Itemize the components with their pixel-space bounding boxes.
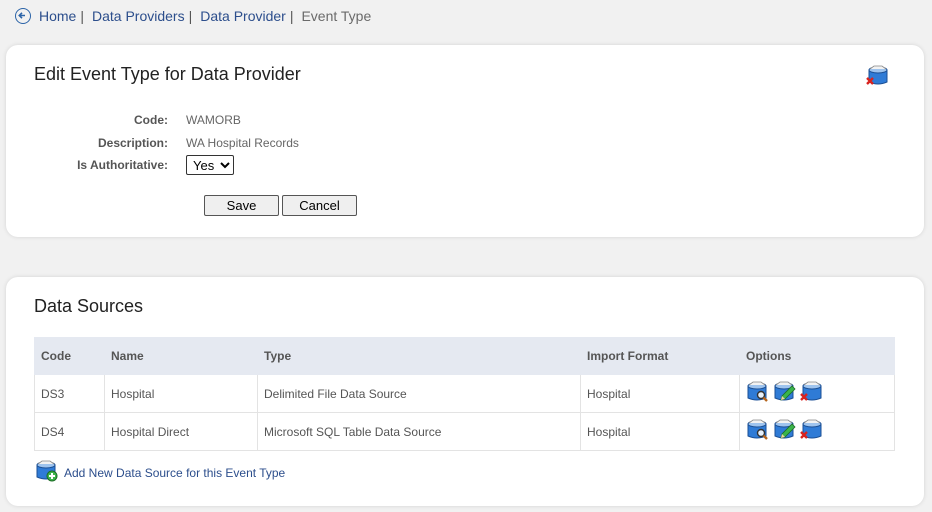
column-header-options: Options bbox=[739, 337, 895, 375]
column-header-type: Type bbox=[257, 337, 581, 375]
delete-database-icon[interactable] bbox=[866, 65, 890, 92]
breadcrumb: Home | Data Providers | Data Provider | … bbox=[15, 5, 371, 27]
breadcrumb-home[interactable]: Home bbox=[39, 8, 76, 24]
breadcrumb-separator: | bbox=[80, 8, 84, 24]
code-row: Code: WAMORB bbox=[6, 113, 241, 127]
edit-data-source-icon[interactable] bbox=[773, 419, 797, 444]
data-sources-panel: Data Sources Code Name Type Import Forma… bbox=[6, 277, 924, 506]
breadcrumb-separator: | bbox=[289, 8, 294, 24]
authoritative-select[interactable]: Yes bbox=[186, 155, 234, 175]
data-sources-table: Code Name Type Import Format Options DS3… bbox=[34, 337, 895, 451]
delete-data-source-icon[interactable] bbox=[800, 419, 824, 444]
breadcrumb-current: Event Type bbox=[301, 8, 372, 24]
description-value: WA Hospital Records bbox=[186, 136, 299, 150]
cell-code: DS4 bbox=[34, 412, 105, 451]
code-label: Code: bbox=[134, 113, 168, 127]
edit-data-source-icon[interactable] bbox=[773, 381, 797, 406]
row-options bbox=[746, 381, 888, 406]
cell-import-format: Hospital bbox=[580, 412, 740, 451]
column-header-name: Name bbox=[104, 337, 258, 375]
breadcrumb-separator: | bbox=[188, 8, 193, 24]
cell-code: DS3 bbox=[34, 374, 105, 413]
data-sources-title: Data Sources bbox=[34, 296, 144, 316]
column-header-import-format: Import Format bbox=[580, 337, 740, 375]
breadcrumb-data-providers[interactable]: Data Providers bbox=[92, 8, 185, 24]
view-data-source-icon[interactable] bbox=[746, 381, 770, 406]
row-options bbox=[746, 419, 888, 444]
table-row: DS3 Hospital Delimited File Data Source … bbox=[34, 374, 895, 413]
delete-data-source-icon[interactable] bbox=[800, 381, 824, 406]
cancel-button[interactable]: Cancel bbox=[282, 195, 357, 216]
cell-options bbox=[739, 412, 895, 451]
add-database-icon bbox=[35, 460, 59, 485]
cell-name: Hospital bbox=[104, 374, 258, 413]
save-button[interactable]: Save bbox=[204, 195, 279, 216]
description-row: Description: WA Hospital Records bbox=[6, 136, 299, 150]
cell-type: Delimited File Data Source bbox=[257, 374, 581, 413]
edit-panel-title: Edit Event Type for Data Provider bbox=[34, 64, 301, 84]
cell-options bbox=[739, 374, 895, 413]
table-row: DS4 Hospital Direct Microsoft SQL Table … bbox=[34, 412, 895, 451]
add-data-source-label: Add New Data Source for this Event Type bbox=[64, 465, 286, 480]
code-value: WAMORB bbox=[186, 113, 241, 127]
view-data-source-icon[interactable] bbox=[746, 419, 770, 444]
column-header-code: Code bbox=[34, 337, 105, 375]
edit-event-type-panel: Edit Event Type for Data Provider Code: … bbox=[6, 45, 924, 237]
authoritative-label: Is Authoritative: bbox=[77, 158, 168, 172]
authoritative-row: Is Authoritative: Yes bbox=[6, 155, 234, 175]
back-arrow-icon[interactable] bbox=[15, 8, 31, 24]
description-label: Description: bbox=[97, 136, 168, 150]
cell-import-format: Hospital bbox=[580, 374, 740, 413]
add-data-source-link[interactable]: Add New Data Source for this Event Type bbox=[35, 460, 285, 485]
cell-name: Hospital Direct bbox=[104, 412, 258, 451]
table-header-row: Code Name Type Import Format Options bbox=[34, 337, 895, 375]
cell-type: Microsoft SQL Table Data Source bbox=[257, 412, 581, 451]
breadcrumb-data-provider[interactable]: Data Provider bbox=[200, 8, 286, 24]
